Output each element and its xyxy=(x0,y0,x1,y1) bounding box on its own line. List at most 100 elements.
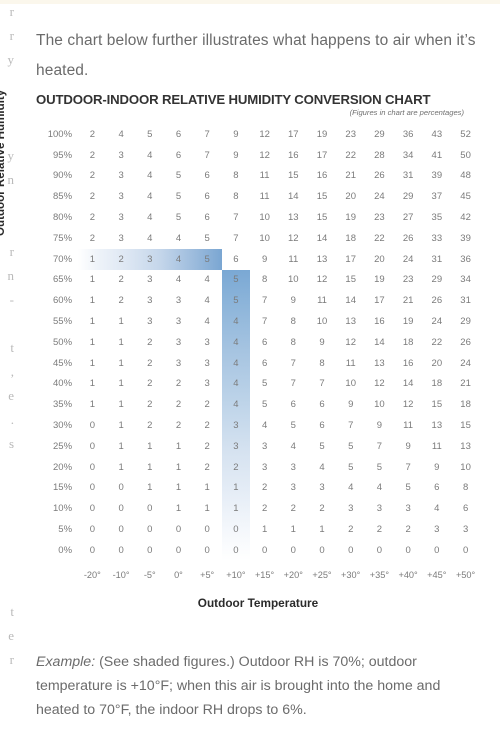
row-header-humidity: 35% xyxy=(53,399,73,411)
table-cell: 0 xyxy=(89,482,96,494)
table-cell: 4 xyxy=(233,378,239,390)
table-cell: 8 xyxy=(462,482,469,494)
highlighted-cell: 6 xyxy=(233,253,239,265)
table-cell: 4 xyxy=(233,336,239,348)
table-cell: 14 xyxy=(288,191,299,203)
table-cell: 18 xyxy=(345,232,356,244)
table-cell: 8 xyxy=(290,336,296,348)
x-tick-label: +30° xyxy=(341,570,361,580)
table-cell: 29 xyxy=(402,191,414,203)
table-cell: 0 xyxy=(319,544,325,556)
table-cell: 4 xyxy=(175,232,182,244)
table-cell: 15 xyxy=(288,170,299,182)
table-cell: 15 xyxy=(345,274,356,286)
table-cell: 50 xyxy=(460,149,471,161)
table-cell: 4 xyxy=(204,316,210,328)
table-cell: 36 xyxy=(402,128,414,140)
x-tick-label: +50° xyxy=(455,570,476,580)
conversion-table: 100% 2 4 5 6 7 9 12 17 19 23 29 36 43 52 95% 2 3 4 6 7 9 12 16 1… xyxy=(36,124,480,561)
table-cell: 6 xyxy=(175,128,182,140)
table-cell: 3 xyxy=(118,191,124,203)
table-cell: 35 xyxy=(431,212,443,224)
row-header-humidity: 70% xyxy=(53,253,73,265)
table-cell: 0 xyxy=(405,544,411,556)
table-cell: 31 xyxy=(431,253,443,265)
table-cell: 3 xyxy=(233,440,239,452)
table-cell: 37 xyxy=(431,191,443,203)
table-cell: 19 xyxy=(374,274,385,286)
table-cell: 48 xyxy=(460,170,471,182)
table-cell: 1 xyxy=(261,524,268,536)
row-header-humidity: 5% xyxy=(58,524,73,536)
row-header-humidity: 45% xyxy=(53,357,73,369)
table-cell: 2 xyxy=(118,274,124,286)
table-cell: 14 xyxy=(374,336,385,348)
table-cell: 1 xyxy=(290,524,296,536)
table-cell: 13 xyxy=(460,440,471,452)
table-cell: 3 xyxy=(175,357,182,369)
table-cell: 0 xyxy=(89,420,96,432)
table-cell: 13 xyxy=(345,316,356,328)
table-cell: 16 xyxy=(288,149,299,161)
table-cell: 2 xyxy=(261,503,268,515)
table-cell: 4 xyxy=(204,274,210,286)
table-cell: 0 xyxy=(348,544,354,556)
table-cell: 2 xyxy=(175,399,182,411)
row-header-humidity: 20% xyxy=(53,461,73,473)
table-cell: 36 xyxy=(460,253,471,265)
table-cell: 0 xyxy=(233,544,239,556)
table-row: 0% 0 0 0 0 0 0 0 0 0 0 0 0 0 0 xyxy=(36,540,480,561)
table-cell: 39 xyxy=(460,232,471,244)
table-cell: 19 xyxy=(402,316,414,328)
table-cell: 2 xyxy=(147,357,153,369)
table-cell: 12 xyxy=(288,232,299,244)
table-cell: 20 xyxy=(374,253,385,265)
table-cell: 3 xyxy=(405,503,411,515)
table-cell: 12 xyxy=(345,336,356,348)
table-cell: 15 xyxy=(316,212,328,224)
table-cell: 18 xyxy=(402,336,414,348)
chart-title: OUTDOOR-INDOOR RELATIVE HUMIDITY CONVERS… xyxy=(36,92,431,107)
table-cell: 22 xyxy=(374,232,385,244)
table-cell: 1 xyxy=(118,420,124,432)
table-cell: 16 xyxy=(316,170,328,182)
row-header-humidity: 95% xyxy=(53,149,73,161)
table-cell: 13 xyxy=(431,420,443,432)
table-cell: 2 xyxy=(89,212,96,224)
table-cell: 2 xyxy=(204,420,210,432)
table-cell: 6 xyxy=(319,399,325,411)
table-cell: 11 xyxy=(431,440,442,452)
table-cell: 1 xyxy=(319,524,325,536)
table-cell: 3 xyxy=(462,524,469,536)
table-cell: 0 xyxy=(147,524,153,536)
x-tick-label: -5° xyxy=(143,570,156,580)
table-cell: 3 xyxy=(118,232,124,244)
table-cell: 39 xyxy=(431,170,443,182)
table-cell: 17 xyxy=(345,253,356,265)
table-cell: 26 xyxy=(374,170,385,182)
x-tick-label: +35° xyxy=(369,570,390,580)
table-cell: 1 xyxy=(147,440,153,452)
table-cell: 2 xyxy=(118,295,124,307)
table-cell: 22 xyxy=(345,149,356,161)
row-header-humidity: 25% xyxy=(53,440,73,452)
table-cell: 0 xyxy=(89,524,96,536)
table-cell: 4 xyxy=(233,399,239,411)
table-cell: 4 xyxy=(147,212,153,224)
table-cell: 3 xyxy=(175,295,182,307)
table-row: 65% 1 2 3 4 4 5 8 10 12 15 19 23 29 34 xyxy=(36,270,480,291)
table-cell: 0 xyxy=(89,461,96,473)
table-row: 45% 1 1 2 3 3 4 6 7 8 11 13 16 20 24 xyxy=(36,353,480,374)
row-header-humidity: 55% xyxy=(53,316,73,328)
table-cell: 7 xyxy=(233,212,239,224)
table-cell: 1 xyxy=(175,440,182,452)
row-header-humidity: 50% xyxy=(53,336,73,348)
table-row: 30% 0 1 2 2 2 3 4 5 6 7 9 11 13 15 xyxy=(36,415,480,436)
table-cell: 9 xyxy=(434,461,440,473)
table-cell: 3 xyxy=(204,336,210,348)
table-cell: 10 xyxy=(316,316,328,328)
table-cell: 8 xyxy=(290,316,296,328)
table-cell: 4 xyxy=(319,461,325,473)
row-header-humidity: 40% xyxy=(53,378,73,390)
table-row: 35% 1 1 2 2 2 4 5 6 6 9 10 12 15 18 xyxy=(36,394,480,415)
